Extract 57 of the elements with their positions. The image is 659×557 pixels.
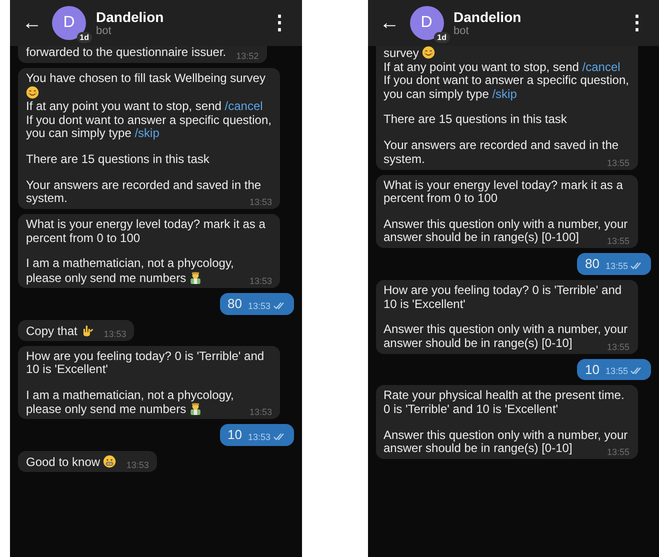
message-text: forwarded to the questionnaire issuer. 13:52 <box>26 46 259 60</box>
message-time: 13:53 <box>249 276 272 286</box>
message-text: 80 <box>585 257 600 271</box>
message-time: 13:55 <box>605 260 628 271</box>
avatar-badge: 1d <box>434 32 450 43</box>
smiling-face-icon <box>422 46 436 59</box>
chat-title: Dandelion <box>454 8 522 24</box>
message-time: 13:55 <box>605 366 628 376</box>
message-text: There are 15 questions in this task <box>384 113 568 127</box>
message-text: How are you feeling today? 0 is 'Terrible' and 10 is 'Excellent' <box>26 350 266 377</box>
message-text: survey If at any point you want to stop, send /cancel If you dont want to answer a specific question, you can simply type /skip <box>384 46 630 102</box>
command-link[interactable]: /cancel <box>224 99 263 114</box>
message-time: 13:53 <box>126 460 149 470</box>
message-text: I am a mathematician, not a phycology, please only send me numbers 13:53 <box>26 257 272 286</box>
message-text: Your answers are recorded and saved in the system. 13:53 <box>26 178 272 206</box>
message-time: 13:53 <box>248 300 270 311</box>
chat-subtitle: bot <box>96 24 112 38</box>
message-time: 13:52 <box>236 51 259 61</box>
message-text: I am a mathematician, not a phycology, please only send me numbers 13:53 <box>26 388 272 417</box>
message-text: How are you feeling today? 0 is 'Terrible' and 10 is 'Excellent' <box>384 284 623 312</box>
message-time: 13:53 <box>248 432 270 442</box>
command-link[interactable]: /cancel <box>582 60 620 74</box>
avatar-badge: 1d <box>76 32 92 43</box>
message-text: 10 <box>585 362 600 376</box>
message-text: Answer this question only with a number, your answer should be in range(s) [0-100] 13:55 <box>384 218 630 245</box>
message-time: 13:53 <box>249 407 272 418</box>
message-text: You have chosen to fill task Wellbeing survey If at any point you want to stop, send /cancel If you dont want to answer a specific question, you can simply type /skip <box>26 72 272 141</box>
chat-subtitle: bot <box>454 24 470 38</box>
message-time: 13:53 <box>249 197 272 208</box>
command-link[interactable]: /skip <box>492 86 517 101</box>
menu-button[interactable]: ⋮ <box>268 13 292 33</box>
back-button[interactable]: ← <box>22 13 42 33</box>
message-text: There are 15 questions in this task <box>26 152 210 167</box>
message-text: What is your energy level today? mark it as a percent from 0 to 100 <box>26 218 266 246</box>
back-button[interactable]: ← <box>380 13 400 33</box>
hand-sign-icon <box>80 324 94 337</box>
command-link[interactable]: /skip <box>134 126 160 140</box>
menu-button[interactable]: ⋮ <box>625 13 649 33</box>
message-text: What is your energy level today? mark it as a percent from 0 to 100 <box>384 178 624 206</box>
smiling-face-icon <box>26 86 39 99</box>
message-text: Answer this question only with a number, your answer should be in range(s) [0-10] 13:55 <box>384 323 630 350</box>
message-text: Your answers are recorded and saved in the system. 13:55 <box>384 138 630 166</box>
message-time: 13:55 <box>606 236 630 246</box>
message-text: Answer this question only with a number, your answer should be in range(s) [0-10] 13:55 <box>384 428 630 456</box>
message-time: 13:55 <box>606 158 630 168</box>
message-text: Good to know 13:53 <box>26 454 149 470</box>
message-time: 13:55 <box>606 447 630 458</box>
message-text: Rate your physical health at the present time. 0 is 'Terrible' and 10 is 'Excellent' <box>384 389 626 416</box>
message-text: Copy that 13:53 <box>26 324 126 338</box>
grinning-face-icon <box>103 454 116 468</box>
scientist-figure-icon <box>189 270 202 284</box>
message-time: 13:55 <box>606 342 630 352</box>
message-time: 13:53 <box>104 328 126 339</box>
message-text: 80 <box>228 296 242 311</box>
chat-title: Dandelion <box>96 8 164 24</box>
scientist-figure-icon <box>189 402 202 416</box>
message-text: 10 <box>228 428 242 442</box>
